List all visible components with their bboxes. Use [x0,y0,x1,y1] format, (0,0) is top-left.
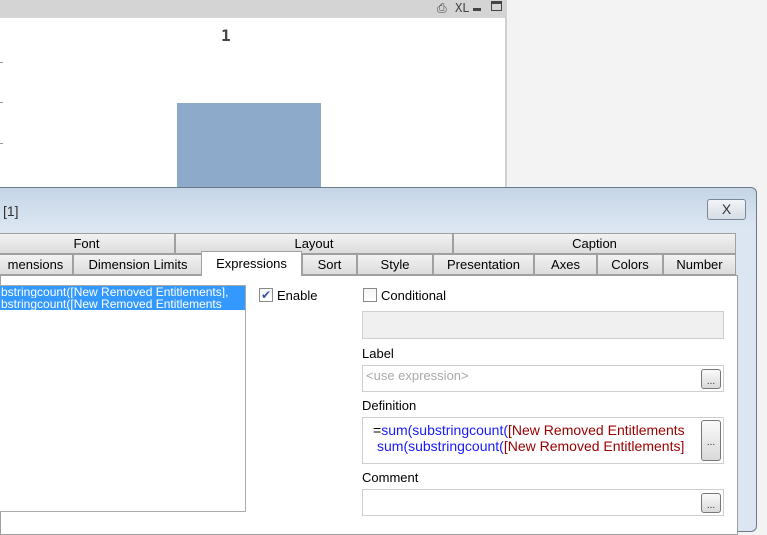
comment-ellipsis-button[interactable]: ... [701,493,721,513]
chart-caption-bar [0,0,507,18]
axis-tick [0,143,3,144]
definition-line: =sum(substringcount([New Removed Entitle… [373,422,685,438]
chart-bar [177,103,321,187]
dialog-title: [1] [3,203,19,219]
expressions-list[interactable]: bstringcount([New Removed Entitlements],… [0,285,246,512]
label-placeholder: <use expression> [366,368,469,383]
tab-mensions[interactable]: mensions [0,254,73,275]
tab-axes[interactable]: Axes [534,254,597,275]
print-icon[interactable]: ⎙ [437,1,447,16]
definition-ellipsis-button[interactable]: ... [701,420,721,461]
tab-font[interactable]: Font [0,233,175,254]
definition-line: sum(substringcount([New Removed Entitlem… [377,438,685,454]
close-button[interactable]: X [707,199,746,220]
label-ellipsis-button[interactable]: ... [701,369,721,389]
tab-caption[interactable]: Caption [453,233,736,254]
comment-input[interactable] [362,489,724,516]
tab-dimension-limits[interactable]: Dimension Limits [73,254,203,275]
list-item[interactable]: bstringcount([New Removed Entitlements [0,298,245,310]
label-input[interactable]: <use expression> [362,365,724,392]
conditional-input [362,311,724,339]
maximize-icon[interactable] [491,1,502,11]
enable-checkbox[interactable]: ✔ [259,288,273,302]
conditional-label: Conditional [381,288,447,303]
tab-presentation[interactable]: Presentation [433,254,534,275]
minimize-icon[interactable] [473,8,481,11]
definition-input[interactable]: =sum(substringcount([New Removed Entitle… [362,417,724,464]
tab-sort[interactable]: Sort [302,254,357,275]
axis-tick [0,62,3,63]
xl-export-icon[interactable]: XL [455,1,469,15]
tab-style[interactable]: Style [357,254,433,275]
axis-tick [0,102,3,103]
chart-title: 1 [221,26,231,45]
enable-label: Enable [277,288,318,303]
tab-number[interactable]: Number [663,254,736,275]
definition-heading: Definition [362,398,417,413]
tab-colors[interactable]: Colors [597,254,663,275]
comment-heading: Comment [362,470,419,485]
tab-expressions[interactable]: Expressions [201,251,302,276]
conditional-checkbox[interactable] [363,288,377,302]
label-heading: Label [362,346,394,361]
list-item[interactable]: bstringcount([New Removed Entitlements], [0,286,245,298]
